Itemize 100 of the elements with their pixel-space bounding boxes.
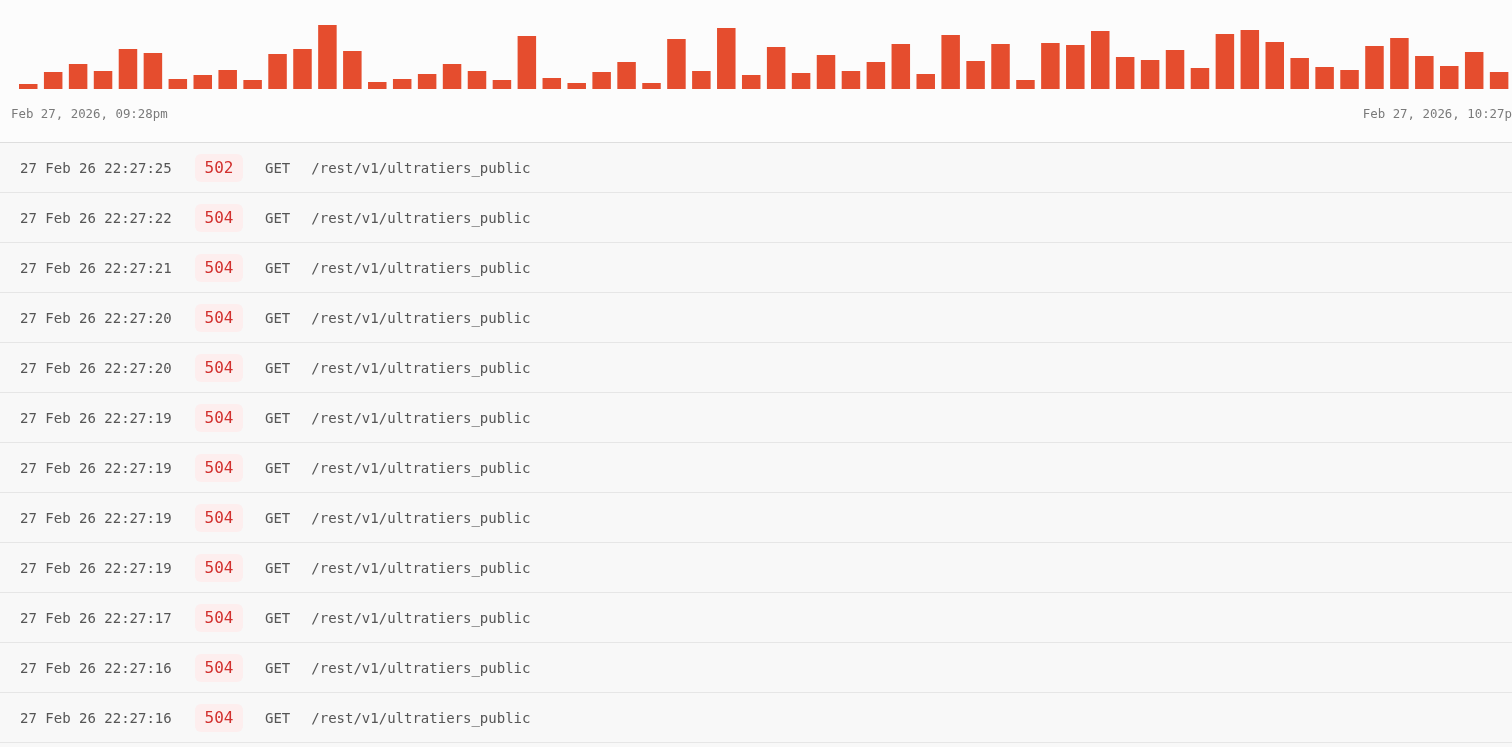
histogram-bar: [1115, 57, 1135, 89]
histogram-bar: [567, 83, 586, 89]
histogram-bar: [1140, 60, 1160, 89]
histogram-bar: [68, 64, 88, 89]
request-path: /rest/v1/ultratiers_public: [311, 509, 531, 526]
histogram-bar: [243, 80, 262, 89]
histogram-bar: [467, 71, 487, 89]
histogram-bar: [293, 49, 312, 89]
log-timestamp: 27 Feb 26 22:27:16: [20, 659, 173, 676]
histogram-bar: [392, 79, 412, 89]
histogram-bar: [692, 71, 711, 89]
request-path: /rest/v1/ultratiers_public: [311, 459, 531, 476]
status-badge: 504: [195, 653, 243, 682]
histogram-bar: [193, 75, 212, 89]
log-timestamp: 27 Feb 26 22:27:16: [20, 709, 173, 726]
request-path: /rest/v1/ultratiers_public: [311, 259, 531, 276]
histogram-bar: [891, 44, 911, 89]
histogram-bar: [1091, 31, 1110, 89]
histogram-bar: [717, 28, 736, 89]
histogram-bar: [143, 53, 163, 89]
log-timestamp: 27 Feb 26 22:27:19: [20, 559, 173, 576]
http-method: GET: [265, 309, 291, 326]
status-badge: 502: [195, 153, 243, 182]
status-badge: 504: [195, 703, 243, 732]
log-timestamp: 27 Feb 26 22:27:25: [20, 159, 173, 176]
http-method: GET: [265, 209, 291, 226]
histogram-bar: [617, 62, 636, 89]
histogram-bar: [517, 36, 537, 89]
histogram-bar: [218, 70, 237, 89]
histogram-bar: [1440, 66, 1459, 89]
histogram-bar: [916, 74, 935, 89]
request-path: /rest/v1/ultratiers_public: [311, 209, 531, 226]
histogram-bar: [766, 47, 786, 89]
histogram-bar: [417, 74, 437, 89]
request-path: /rest/v1/ultratiers_public: [311, 159, 531, 176]
histogram-bar: [1340, 70, 1359, 89]
histogram-bar: [168, 79, 188, 89]
histogram-bar: [1165, 50, 1185, 89]
log-timestamp: 27 Feb 26 22:27:21: [20, 259, 173, 276]
histogram-bar: [93, 71, 113, 89]
status-badge: 504: [195, 553, 243, 582]
histogram-bar: [941, 35, 960, 89]
histogram-bar: [1265, 42, 1284, 89]
histogram-bar: [43, 72, 63, 89]
histogram-bar: [368, 82, 387, 89]
start-time-label: Feb 27, 2026, 09:28pm: [11, 106, 168, 122]
request-path: /rest/v1/ultratiers_public: [311, 609, 531, 626]
histogram-bar: [1041, 43, 1060, 89]
histogram-bar: [1415, 56, 1434, 89]
histogram-bar: [442, 64, 462, 89]
log-timestamp: 27 Feb 26 22:27:20: [20, 359, 173, 376]
histogram-bar: [318, 25, 337, 89]
log-timestamp: 27 Feb 26 22:27:17: [20, 609, 173, 626]
histogram-bar: [592, 72, 611, 89]
histogram-bar: [1190, 68, 1210, 89]
histogram-bar: [492, 80, 512, 89]
status-badge: 504: [195, 453, 243, 482]
histogram-bar: [1240, 30, 1260, 89]
histogram-bar: [1365, 46, 1384, 89]
http-method: GET: [265, 409, 291, 426]
status-badge: 504: [195, 403, 243, 432]
histogram-bar: [866, 62, 886, 89]
request-path: /rest/v1/ultratiers_public: [311, 559, 531, 576]
http-method: GET: [265, 709, 291, 726]
request-path: /rest/v1/ultratiers_public: [311, 709, 531, 726]
request-path: /rest/v1/ultratiers_public: [311, 309, 531, 326]
request-path: /rest/v1/ultratiers_public: [311, 409, 531, 426]
log-timestamp: 27 Feb 26 22:27:22: [20, 209, 173, 226]
histogram-bar: [1464, 52, 1484, 89]
histogram-bar: [19, 84, 38, 89]
status-badge: 504: [195, 353, 243, 382]
histogram-bar: [542, 78, 562, 89]
histogram-bar: [741, 75, 761, 89]
histogram-bar: [667, 39, 686, 89]
histogram-bar: [991, 44, 1010, 89]
http-method: GET: [265, 609, 291, 626]
histogram-bar: [816, 55, 836, 89]
histogram-bar: [841, 71, 861, 89]
http-method: GET: [265, 559, 291, 576]
histogram-bar: [966, 61, 985, 89]
histogram-bar: [1016, 80, 1035, 89]
http-method: GET: [265, 159, 291, 176]
histogram-bar: [1215, 34, 1235, 89]
log-timestamp: 27 Feb 26 22:27:20: [20, 309, 173, 326]
histogram-bar: [1290, 58, 1309, 89]
histogram-bar: [791, 73, 811, 89]
histogram-bar: [343, 51, 362, 89]
status-badge: 504: [195, 303, 243, 332]
histogram-bar: [118, 49, 138, 89]
log-timestamp: 27 Feb 26 22:27:19: [20, 409, 173, 426]
http-method: GET: [265, 459, 291, 476]
histogram-bar: [642, 83, 661, 89]
status-badge: 504: [195, 253, 243, 282]
request-path: /rest/v1/ultratiers_public: [311, 359, 531, 376]
histogram-bar: [1315, 67, 1334, 89]
histogram-bar: [1390, 38, 1409, 89]
http-method: GET: [265, 359, 291, 376]
histogram-bar: [1489, 72, 1509, 89]
status-badge: 504: [195, 203, 243, 232]
status-badge: 504: [195, 603, 243, 632]
